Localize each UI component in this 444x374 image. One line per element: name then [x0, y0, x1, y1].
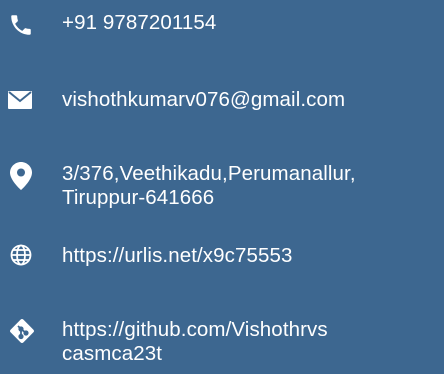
- contact-panel: { "contact": { "phone": {"icon": "phone-…: [0, 0, 444, 374]
- contact-website: https://urlis.net/x9c75553: [0, 240, 444, 272]
- github-link-line-1[interactable]: https://github.com/Vishothrvs: [62, 318, 442, 342]
- address-line-1: 3/376,Veethikadu,Perumanallur,: [62, 162, 356, 185]
- contact-github: https://github.com/Vishothrvs casmca23t: [0, 315, 444, 373]
- envelope-icon: [8, 91, 32, 109]
- github-link-line-2[interactable]: casmca23t: [62, 342, 442, 366]
- map-pin-icon: [10, 162, 32, 190]
- phone-icon: [11, 15, 31, 35]
- git-icon: [10, 319, 34, 343]
- globe-icon: [10, 244, 32, 266]
- website-link[interactable]: https://urlis.net/x9c75553: [62, 244, 442, 268]
- address-line-2: Tiruppur-641666: [62, 186, 215, 209]
- email-address[interactable]: vishothkumarv076@gmail.com: [62, 88, 442, 112]
- contact-email: vishothkumarv076@gmail.com: [0, 86, 444, 116]
- contact-phone: +91 9787201154: [0, 10, 444, 40]
- contact-address: 3/376,Veethikadu,Perumanallur, Tiruppur-…: [0, 160, 444, 216]
- address-text: 3/376,Veethikadu,Perumanallur, Tiruppur-…: [62, 162, 442, 210]
- github-link[interactable]: https://github.com/Vishothrvs casmca23t: [62, 318, 442, 366]
- phone-number[interactable]: +91 9787201154: [62, 11, 442, 35]
